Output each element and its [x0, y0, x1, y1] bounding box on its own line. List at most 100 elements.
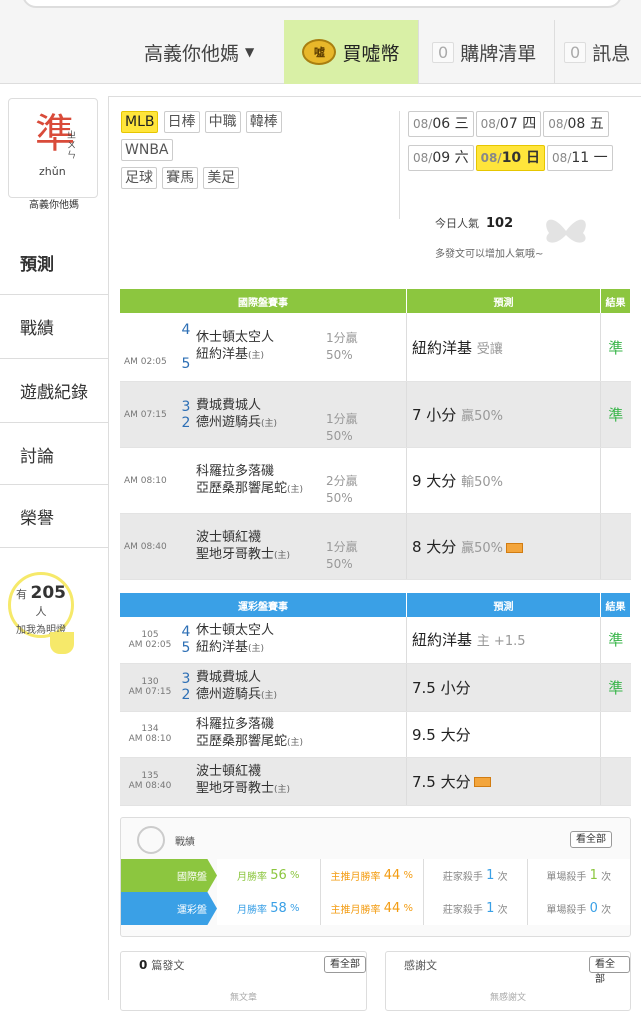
messages-button[interactable]: 0 訊息 — [554, 20, 641, 84]
date-tab-selected[interactable]: 08/10 日 — [475, 145, 546, 171]
bank-killer: 莊家殺手 1 次 — [424, 859, 528, 892]
sidebar-item-label: 榮譽 — [20, 508, 54, 529]
main-win-rate: 主推月勝率 44 % — [320, 859, 424, 892]
bank-killer-label: 莊家殺手 — [442, 872, 483, 883]
away-score: 4 — [181, 623, 191, 640]
sidebar-item-label: 戰績 — [20, 319, 54, 339]
prediction-value: 9 大分 — [412, 472, 457, 490]
table-header-game: 國際盤賽事 — [120, 289, 407, 313]
month-win-label: 月勝率 — [237, 905, 268, 916]
single-killer: 單場殺手 1 次 — [527, 859, 630, 892]
prediction-value: 紐約洋基 — [412, 631, 473, 650]
prediction-value: 紐約洋基 — [412, 338, 473, 357]
away-team: 科羅拉多落磯 — [196, 717, 275, 732]
table-header-game: 運彩盤賽事 — [120, 593, 407, 617]
record-view-all-button[interactable]: 看全部 — [570, 831, 612, 848]
date-month: 08/ — [413, 117, 433, 131]
prediction: 8 大分 贏50% — [406, 513, 601, 580]
away-team: 科羅拉多落磯 — [196, 463, 275, 479]
table-row: 105 AM 02:05 45 休士頓太空人 紐約洋基(主) 紐約洋基 主 +1.5… — [120, 617, 631, 664]
game-time: AM 07:15 — [128, 687, 172, 697]
date-day: 10 — [501, 150, 522, 166]
avatar[interactable]: 準 ㄓ ㄨ ㄣ zhǔn — [8, 98, 98, 198]
record-title: 戰績 — [175, 837, 195, 848]
prediction-value: 7.5 大分 — [412, 772, 471, 791]
date-tab[interactable]: 08/11 一 — [547, 145, 613, 171]
home-team: 亞歷桑那響尾蛇 — [196, 734, 288, 749]
date-tab[interactable]: 08/08 五 — [543, 111, 609, 137]
sidebar-item-honor[interactable]: 榮譽 — [0, 484, 108, 548]
coin-icon: 噓 — [302, 39, 337, 65]
sport-tab-nfl[interactable]: 美足 — [203, 167, 240, 189]
record-row-label: 國際盤 — [121, 859, 217, 892]
result-badge — [600, 711, 631, 758]
table-header-result: 結果 — [600, 593, 631, 617]
game-number: 135 — [141, 771, 159, 781]
date-tab[interactable]: 08/09 六 — [408, 145, 474, 171]
handicap-pct: 50% — [326, 428, 353, 443]
result-badge: 準 — [600, 663, 631, 712]
sidebar-item-label: 遊戲紀錄 — [20, 383, 88, 403]
shopping-list-label: 購牌清單 — [460, 42, 537, 65]
prediction-value: 8 大分 — [412, 538, 457, 556]
unit: 次 — [601, 905, 612, 916]
home-team: 紐約洋基 — [196, 347, 249, 362]
sport-tab-wnba[interactable]: WNBA — [121, 139, 173, 161]
table-header-predict: 預測 — [406, 593, 601, 617]
single-killer-label: 單場殺手 — [546, 905, 587, 916]
sidebar-item-discuss[interactable]: 討論 — [0, 422, 108, 486]
sport-tab-kbo[interactable]: 韓棒 — [245, 111, 282, 133]
popularity-label: 今日人氣 — [435, 217, 479, 230]
search-bar-edge — [22, 0, 622, 8]
month-win-value: 58 — [270, 901, 287, 916]
date-month: 08/ — [480, 117, 500, 131]
fans-lightbulb[interactable]: 有 205 人 加我為明燈 — [8, 572, 74, 638]
user-menu[interactable]: 高義你他媽 ▼ — [128, 20, 284, 84]
sport-tab-soccer[interactable]: 足球 — [121, 167, 157, 189]
prediction-note: 贏50% — [461, 541, 503, 556]
bank-killer-value: 1 — [486, 868, 495, 883]
main-content: MLB 日棒 中職 韓棒 WNBA 足球 賽馬 美足 08/06 三 08/07 … — [108, 96, 641, 1011]
prediction: 紐約洋基 主 +1.5 — [406, 617, 601, 664]
sidebar-item-predict[interactable]: 預測 — [0, 230, 108, 294]
date-tab[interactable]: 08/06 三 — [408, 111, 474, 137]
handicap-pct: 50% — [326, 348, 353, 362]
sidebar-item-label: 預測 — [20, 254, 54, 275]
away-team: 波士頓紅襪 — [196, 529, 262, 545]
date-weekday: 一 — [593, 150, 608, 166]
home-score: 2 — [181, 687, 191, 703]
table-row: 135 AM 08:40 波士頓紅襪 聖地牙哥教士(主) 7.5 大分 — [120, 757, 631, 806]
game-time: AM 08:10 — [120, 447, 176, 514]
prediction: 7.5 大分 — [406, 757, 601, 806]
prediction-value: 7 小分 — [412, 406, 457, 424]
posts-view-all-button[interactable]: 看全部 — [324, 956, 366, 973]
buy-coin-button[interactable]: 噓買噓幣 — [284, 20, 418, 84]
shopping-list-button[interactable]: 0 購牌清單 — [418, 20, 554, 84]
single-killer-value: 0 — [589, 901, 598, 916]
fans-count: 205 — [30, 583, 67, 603]
date-weekday: 四 — [522, 116, 537, 132]
sport-tab-cpbl[interactable]: 中職 — [204, 111, 241, 133]
messages-label: 訊息 — [592, 42, 631, 65]
date-weekday: 五 — [589, 116, 604, 132]
sport-tab-horse[interactable]: 賽馬 — [162, 167, 199, 189]
date-selector: 08/06 三 08/07 四 08/08 五 08/09 六 08/10 日 08/1… — [399, 111, 639, 219]
home-team: 紐約洋基 — [196, 639, 249, 655]
unit: 次 — [497, 872, 508, 883]
sport-tab-npb[interactable]: 日棒 — [163, 111, 200, 133]
sidebar-item-label: 討論 — [20, 447, 54, 467]
sidebar-item-record[interactable]: 戰績 — [0, 294, 108, 358]
purchase-ticket-icon[interactable] — [506, 542, 523, 553]
purchase-ticket-icon[interactable] — [473, 777, 491, 787]
fans-suffix: 人 — [35, 605, 47, 618]
home-tag: (主) — [248, 643, 265, 654]
result-badge — [600, 757, 631, 806]
home-tag: (主) — [287, 484, 304, 495]
prediction: 7 小分 贏50% — [406, 381, 601, 448]
sport-tab-mlb[interactable]: MLB — [121, 111, 159, 133]
date-tab[interactable]: 08/07 四 — [475, 111, 542, 137]
game-time: AM 07:15 — [120, 381, 176, 448]
thanks-view-all-button[interactable]: 看全部 — [589, 956, 630, 985]
sidebar-item-game-log[interactable]: 遊戲紀錄 — [0, 358, 108, 422]
away-score: 3 — [181, 671, 191, 687]
